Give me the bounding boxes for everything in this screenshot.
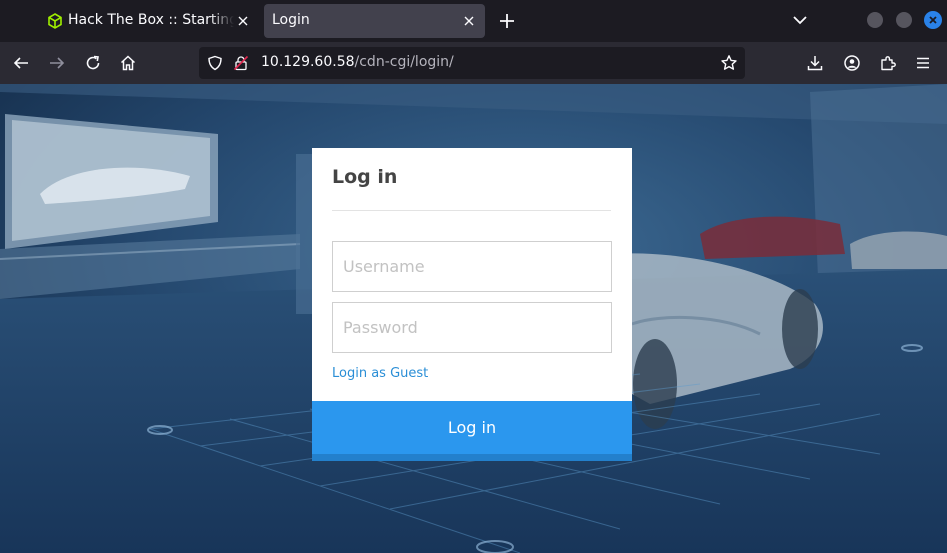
- forward-arrow-icon[interactable]: [48, 54, 66, 72]
- login-as-guest-link[interactable]: Login as Guest: [332, 366, 428, 381]
- page-viewport: Log in Login as Guest Log in: [0, 84, 947, 553]
- back-arrow-icon[interactable]: [12, 54, 30, 72]
- account-icon[interactable]: [843, 54, 861, 72]
- close-icon: [929, 16, 937, 24]
- url-text[interactable]: 10.129.60.58/cdn-cgi/login/: [261, 54, 454, 70]
- minimize-button[interactable]: [867, 12, 883, 28]
- menu-hamburger-icon[interactable]: [914, 54, 932, 72]
- login-submit-button[interactable]: Log in: [312, 401, 632, 454]
- tab-hack-the-box[interactable]: Hack The Box :: Starting Point: [37, 4, 256, 38]
- insecure-lock-icon[interactable]: [233, 55, 249, 71]
- url-host: 10.129.60.58: [261, 54, 355, 70]
- divider: [332, 210, 611, 211]
- extensions-puzzle-icon[interactable]: [879, 54, 897, 72]
- close-icon[interactable]: [461, 13, 477, 29]
- tab-title: Hack The Box :: Starting Point: [68, 12, 234, 28]
- tab-login[interactable]: Login: [264, 4, 485, 38]
- bookmark-star-icon[interactable]: [720, 54, 738, 72]
- close-icon[interactable]: [235, 13, 251, 29]
- reload-icon[interactable]: [84, 54, 102, 72]
- button-shadow: [312, 454, 632, 461]
- download-icon[interactable]: [806, 54, 824, 72]
- navigation-toolbar: 10.129.60.58/cdn-cgi/login/: [0, 42, 947, 84]
- tab-title: Login: [272, 12, 310, 28]
- new-tab-plus-icon[interactable]: [497, 11, 517, 31]
- close-window-button[interactable]: [924, 11, 942, 29]
- home-icon[interactable]: [119, 54, 137, 72]
- tab-strip: Hack The Box :: Starting Point Login: [0, 0, 947, 42]
- htb-cube-icon: [48, 13, 62, 29]
- address-bar[interactable]: 10.129.60.58/cdn-cgi/login/: [199, 47, 745, 79]
- chevron-down-icon[interactable]: [791, 11, 809, 29]
- login-card: Log in Login as Guest Log in: [312, 148, 632, 461]
- maximize-button[interactable]: [896, 12, 912, 28]
- shield-icon[interactable]: [207, 55, 223, 71]
- username-input[interactable]: [332, 241, 612, 292]
- url-path: /cdn-cgi/login/: [354, 54, 454, 70]
- password-input[interactable]: [332, 302, 612, 353]
- login-heading: Log in: [332, 166, 398, 188]
